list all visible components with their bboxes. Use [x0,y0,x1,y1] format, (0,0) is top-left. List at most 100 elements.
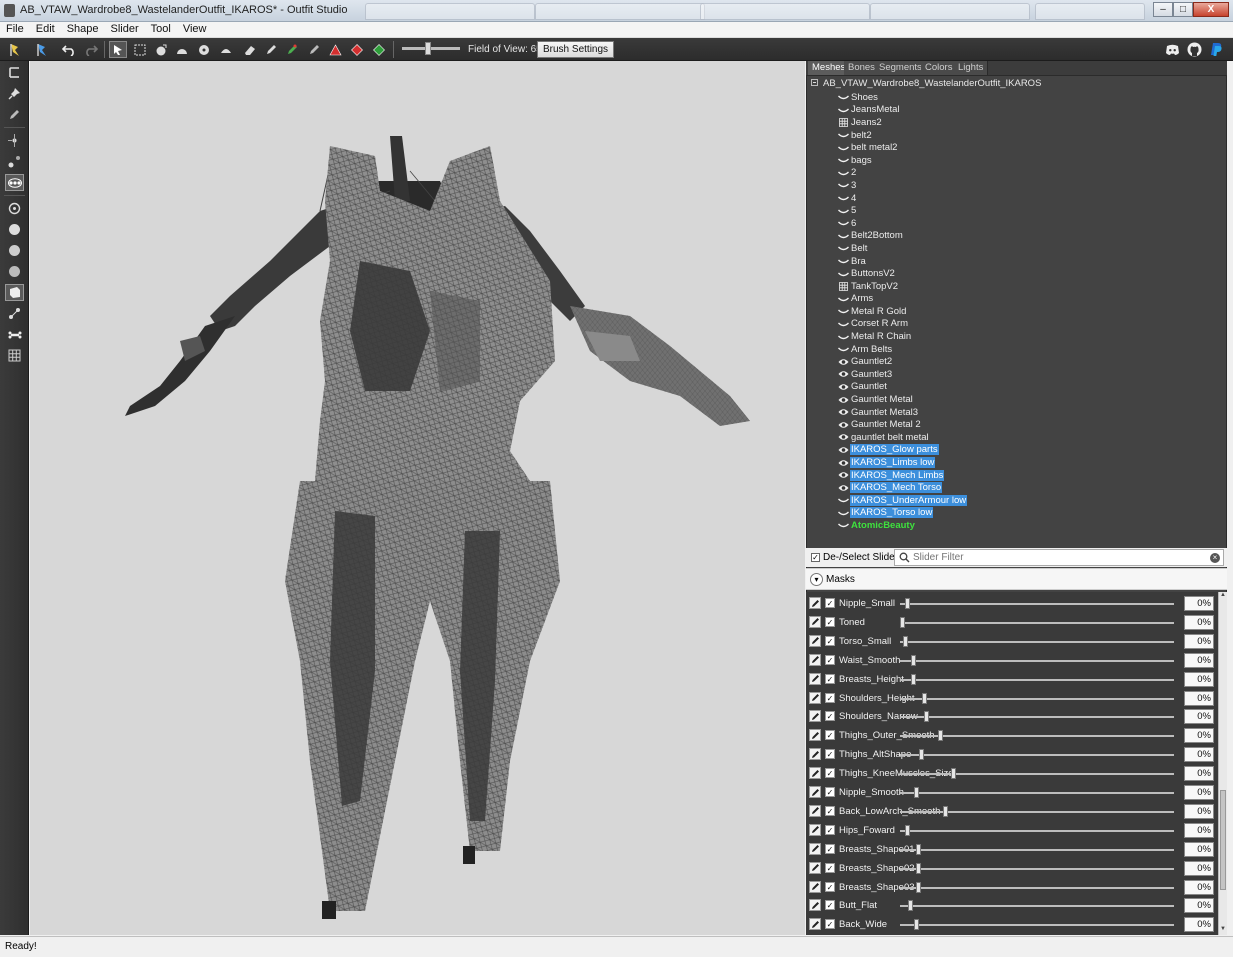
slider-thumb[interactable] [916,881,922,893]
outfit-mesh-render[interactable] [30,61,805,935]
menu-tool[interactable]: Tool [145,22,177,35]
mesh-item[interactable]: 5 [837,204,967,217]
rotate-tool-button[interactable] [5,64,24,81]
mesh-item[interactable]: Gauntlet2 [837,355,967,368]
slider-thumb[interactable] [913,787,919,798]
hidden-eye-icon[interactable] [837,180,849,190]
edit-slider-icon[interactable] [809,899,821,912]
point-tool-button[interactable] [5,174,24,191]
slider-thumb[interactable] [910,654,916,666]
visible-eye-icon[interactable] [837,369,849,379]
slider-track[interactable] [900,867,1174,870]
slider-checkbox[interactable]: ✓ [825,919,835,930]
redo-button[interactable] [82,41,100,58]
move-brush-button[interactable] [195,41,213,58]
edit-slider-icon[interactable] [809,653,821,666]
slider-value[interactable]: 0% [1184,841,1214,857]
edit-slider-icon[interactable] [809,823,821,836]
hidden-eye-icon[interactable] [837,495,849,505]
slider-checkbox[interactable]: ✓ [825,616,835,627]
tab-lights[interactable]: Lights [954,61,989,75]
minimize-button[interactable]: – [1153,2,1173,17]
hidden-eye-icon[interactable] [837,231,849,241]
slider-thumb[interactable] [902,635,908,647]
visible-eye-icon[interactable] [837,470,849,480]
slider-track[interactable] [900,603,1174,605]
slider-checkbox[interactable]: ✓ [825,768,835,779]
scrollbar-thumb[interactable] [1220,790,1226,890]
pin-tool-button[interactable] [5,85,24,102]
slider-thumb[interactable] [905,824,911,836]
visible-eye-icon[interactable] [837,395,849,405]
edge-tool-button[interactable] [5,153,24,170]
slider-thumb[interactable] [924,711,930,723]
slider-track[interactable] [900,792,1174,794]
slider-value[interactable]: 0% [1184,709,1214,725]
hidden-eye-icon[interactable] [837,269,849,279]
mesh-item[interactable]: Bra [837,255,967,268]
slider-value[interactable]: 0% [1184,728,1214,744]
mesh-item[interactable]: IKAROS_Mech Torso [837,481,967,494]
deselect-sliders-checkbox[interactable]: ✓ [811,553,820,562]
hidden-eye-icon[interactable] [837,155,849,165]
hidden-eye-icon[interactable] [837,143,849,153]
edit-slider-icon[interactable] [809,748,821,761]
slider-thumb[interactable] [908,900,914,912]
slider-track[interactable] [900,829,1174,832]
tree-root[interactable]: AB_VTAW_Wardrobe8_WastelanderOutfit_IKAR… [811,78,1041,91]
slider-value[interactable]: 0% [1184,917,1214,933]
mesh-item[interactable]: Arms [837,293,967,306]
slider-checkbox[interactable]: ✓ [825,711,835,722]
deflate-brush-button[interactable] [173,41,191,58]
pencil-tool-button[interactable] [5,106,24,123]
slider-value[interactable]: 0% [1184,614,1214,630]
edit-slider-icon[interactable] [809,615,821,628]
slider-track[interactable] [900,697,1174,700]
mesh-item[interactable]: belt metal2 [837,141,967,154]
slider-thumb[interactable] [951,768,957,780]
load-reference-button[interactable] [6,41,24,58]
visible-eye-icon[interactable] [837,432,849,442]
visible-eye-icon[interactable] [837,445,849,455]
mesh-item[interactable]: Gauntlet Metal [837,393,967,406]
mesh-item[interactable]: JeansMetal [837,104,967,117]
slider-checkbox[interactable]: ✓ [825,673,835,684]
mesh-item[interactable]: Belt2Bottom [837,230,967,243]
split-edge-button[interactable] [370,41,388,58]
collapse-vertex-button[interactable] [326,41,344,58]
slider-track[interactable] [900,886,1174,889]
slider-checkbox[interactable]: ✓ [825,900,835,911]
mesh-item[interactable]: TankTopV2 [837,280,967,293]
edit-slider-icon[interactable] [809,597,821,609]
slider-track[interactable] [900,810,1174,813]
brush-size-1-button[interactable] [5,200,24,217]
masks-section[interactable]: ▾ Masks [806,568,1227,590]
background-window-tab[interactable] [870,3,1030,20]
edit-slider-icon[interactable] [809,918,821,931]
color-brush-button[interactable] [283,41,301,58]
menu-shape[interactable]: Shape [61,22,105,35]
wireframe-icon[interactable] [837,117,849,127]
hidden-eye-icon[interactable] [837,332,849,342]
slider-value[interactable]: 0% [1184,652,1214,668]
slider-checkbox[interactable]: ✓ [825,787,835,797]
edit-slider-icon[interactable] [809,842,821,855]
hidden-eye-icon[interactable] [837,243,849,253]
background-window-tab[interactable] [700,3,870,20]
mesh-item[interactable]: gauntlet belt metal [837,431,967,444]
mesh-item[interactable]: Gauntlet Metal3 [837,406,967,419]
mesh-item[interactable]: ButtonsV2 [837,267,967,280]
mesh-item[interactable]: Arm Belts [837,343,967,356]
slider-thumb[interactable] [937,730,943,742]
visible-eye-icon[interactable] [837,357,849,367]
hidden-eye-icon[interactable] [837,218,849,228]
brush-size-2-button[interactable] [5,221,24,238]
slider-checkbox[interactable]: ✓ [825,749,835,760]
slider-track[interactable] [900,640,1174,643]
scroll-up-icon[interactable]: ▲ [1219,592,1227,601]
brush-size-3-button[interactable] [5,242,24,259]
hidden-eye-icon[interactable] [837,508,849,518]
mesh-item[interactable]: IKAROS_Torso low [837,507,967,520]
hidden-eye-icon[interactable] [837,294,849,304]
hidden-eye-icon[interactable] [837,206,849,216]
